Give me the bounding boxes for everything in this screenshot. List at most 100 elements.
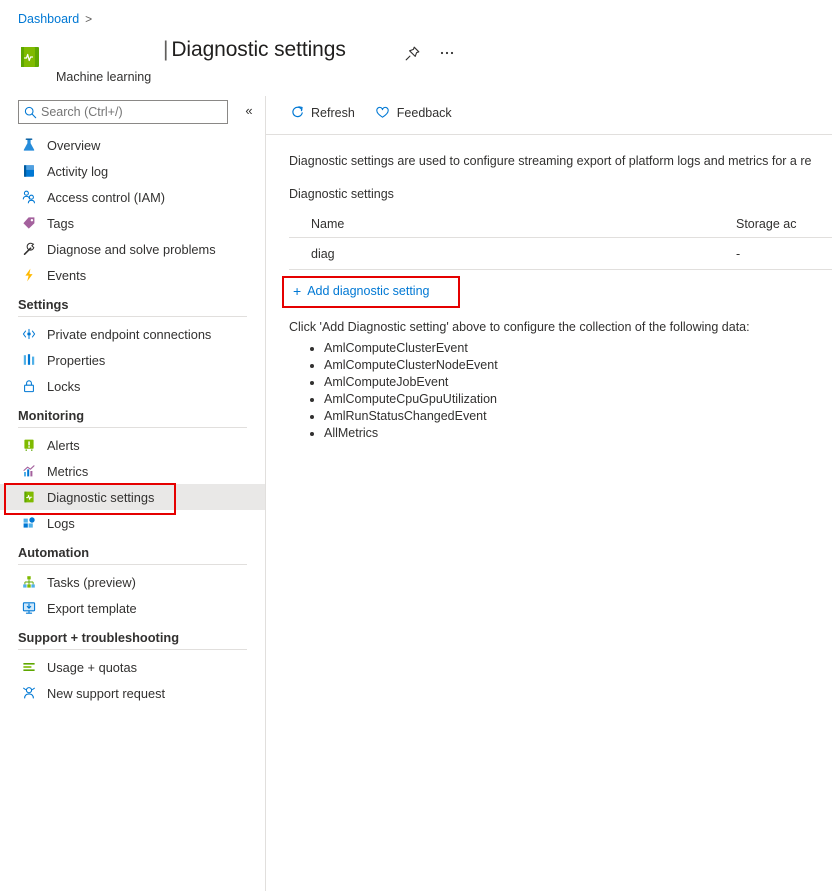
command-bar: Refresh Feedback: [265, 96, 832, 129]
sidebar-item-label: Diagnostic settings: [47, 489, 155, 505]
add-diagnostic-setting-label: Add diagnostic setting: [307, 284, 430, 298]
sidebar-group-settings: Settings: [18, 297, 69, 312]
column-header-storage-account[interactable]: Storage ac: [736, 217, 832, 231]
breadcrumb: Dashboard >: [18, 12, 92, 26]
sidebar-item-diagnose-and-solve-problems[interactable]: Diagnose and solve problems: [0, 236, 265, 262]
metrics-chart-icon: [20, 462, 38, 480]
sidebar-group-automation: Automation: [18, 545, 90, 560]
sidebar-item-diagnostic-settings[interactable]: Diagnostic settings: [0, 483, 265, 515]
feedback-label: Feedback: [396, 105, 452, 120]
sidebar-item-label: Private endpoint connections: [47, 326, 212, 342]
properties-icon: [20, 351, 38, 369]
lock-icon: [20, 377, 38, 395]
plus-icon: +: [293, 283, 302, 299]
sidebar-item-label: Properties: [47, 352, 106, 368]
diagnostic-settings-table: Name Storage ac diag -: [289, 211, 832, 270]
azure-portal-diagnostic-settings-page: Dashboard > Machine learning | Diagnostic…: [0, 0, 832, 891]
sidebar-item-activity-log[interactable]: Activity log: [0, 158, 265, 184]
double-chevron-left-icon[interactable]: «: [240, 101, 258, 121]
page-title-text: Diagnostic settings: [171, 38, 346, 61]
sidebar-item-label: Metrics: [47, 463, 89, 479]
add-diagnostic-setting-button[interactable]: + Add diagnostic setting: [289, 280, 436, 302]
sidebar-item-label: Diagnose and solve problems: [47, 241, 216, 257]
refresh-button[interactable]: Refresh: [289, 105, 355, 121]
search-box[interactable]: [18, 100, 228, 124]
sidebar-item-label: Activity log: [47, 163, 109, 179]
sidebar-item-label: Usage + quotas: [47, 659, 137, 675]
sidebar-group-monitoring: Monitoring: [18, 408, 85, 423]
people-icon: [20, 188, 38, 206]
wrench-icon: [20, 240, 38, 258]
sidebar-item-properties[interactable]: Properties: [0, 347, 265, 373]
column-header-name[interactable]: Name: [289, 217, 736, 231]
sidebar-item-tags[interactable]: Tags: [0, 210, 265, 236]
sidebar-group-support-troubleshooting: Support + troubleshooting: [18, 630, 180, 645]
sidebar-item-private-endpoint-connections[interactable]: Private endpoint connections: [0, 321, 265, 347]
cell-storage-account: -: [736, 246, 741, 261]
machine-learning-icon: [19, 44, 45, 70]
search-icon: [19, 106, 41, 119]
sidebar-divider: [18, 649, 247, 650]
pin-icon[interactable]: [402, 44, 422, 64]
diagnostic-settings-icon: [20, 488, 38, 506]
page-title-prefix: |: [163, 38, 169, 61]
flask-icon: [20, 136, 38, 154]
sidebar-item-export-template[interactable]: Export template: [0, 595, 265, 621]
sidebar-divider: [18, 564, 247, 565]
sidebar-item-label: Events: [47, 267, 87, 283]
breadcrumb-item-dashboard[interactable]: Dashboard: [18, 12, 79, 26]
book-icon: [20, 162, 38, 180]
sidebar-item-usage-quotas[interactable]: Usage + quotas: [0, 654, 265, 680]
sidebar-item-metrics[interactable]: Metrics: [0, 458, 265, 484]
list-item: AmlComputeClusterEvent: [324, 340, 832, 357]
alert-icon: [20, 436, 38, 454]
lightning-icon: [20, 266, 38, 284]
instruction-text: Click 'Add Diagnostic setting' above to …: [289, 320, 750, 334]
private-endpoint-icon: [20, 325, 38, 343]
tag-icon: [20, 214, 38, 232]
list-item: AmlComputeJobEvent: [324, 374, 832, 391]
tasks-icon: [20, 573, 38, 591]
refresh-label: Refresh: [311, 105, 355, 120]
sidebar-item-label: New support request: [47, 685, 166, 701]
table-header-row: Name Storage ac: [289, 211, 832, 237]
sidebar-item-label: Overview: [47, 137, 101, 153]
sidebar-item-label: Logs: [47, 515, 75, 531]
list-item: AmlRunStatusChangedEvent: [324, 408, 832, 425]
breadcrumb-separator-icon: >: [85, 12, 93, 26]
sidebar-item-overview[interactable]: Overview: [0, 132, 265, 158]
sidebar-item-tasks-preview[interactable]: Tasks (preview): [0, 569, 265, 595]
sidebar-item-logs[interactable]: Logs: [0, 510, 265, 536]
page-title: | Diagnostic settings: [163, 38, 346, 62]
main-content: Refresh Feedback Diagnostic settings are…: [265, 96, 832, 891]
sidebar-divider: [18, 427, 247, 428]
cell-name: diag: [311, 246, 335, 261]
sidebar-nav: Overview Activity log Access control (IA…: [0, 132, 265, 706]
sidebar-item-locks[interactable]: Locks: [0, 373, 265, 399]
feedback-button[interactable]: Feedback: [375, 105, 452, 121]
sidebar-item-access-control[interactable]: Access control (IAM): [0, 184, 265, 210]
search-input[interactable]: [41, 105, 221, 119]
sidebar-item-label: Alerts: [47, 437, 80, 453]
export-template-icon: [20, 599, 38, 617]
sidebar-item-alerts[interactable]: Alerts: [0, 432, 265, 458]
heart-icon: [375, 105, 391, 121]
usage-quotas-icon: [20, 658, 38, 676]
resource-name: Machine learning: [56, 70, 152, 84]
page-description: Diagnostic settings are used to configur…: [289, 154, 812, 168]
sidebar-item-label: Locks: [47, 378, 81, 394]
sidebar-item-events[interactable]: Events: [0, 262, 265, 288]
logs-icon: [20, 514, 38, 532]
list-item: AllMetrics: [324, 425, 832, 442]
table-row[interactable]: diag -: [289, 238, 832, 269]
table-row-divider: [289, 269, 832, 270]
sidebar-item-label: Tags: [47, 215, 75, 231]
sidebar-item-new-support-request[interactable]: New support request: [0, 680, 265, 706]
ellipsis-icon[interactable]: [436, 42, 458, 64]
list-item: AmlComputeClusterNodeEvent: [324, 357, 832, 374]
section-label-diagnostic-settings: Diagnostic settings: [289, 187, 394, 201]
add-diagnostic-setting-wrap: + Add diagnostic setting: [282, 276, 460, 308]
list-item: AmlComputeCpuGpuUtilization: [324, 391, 832, 408]
support-request-icon: [20, 684, 38, 702]
sidebar-item-label: Access control (IAM): [47, 189, 166, 205]
